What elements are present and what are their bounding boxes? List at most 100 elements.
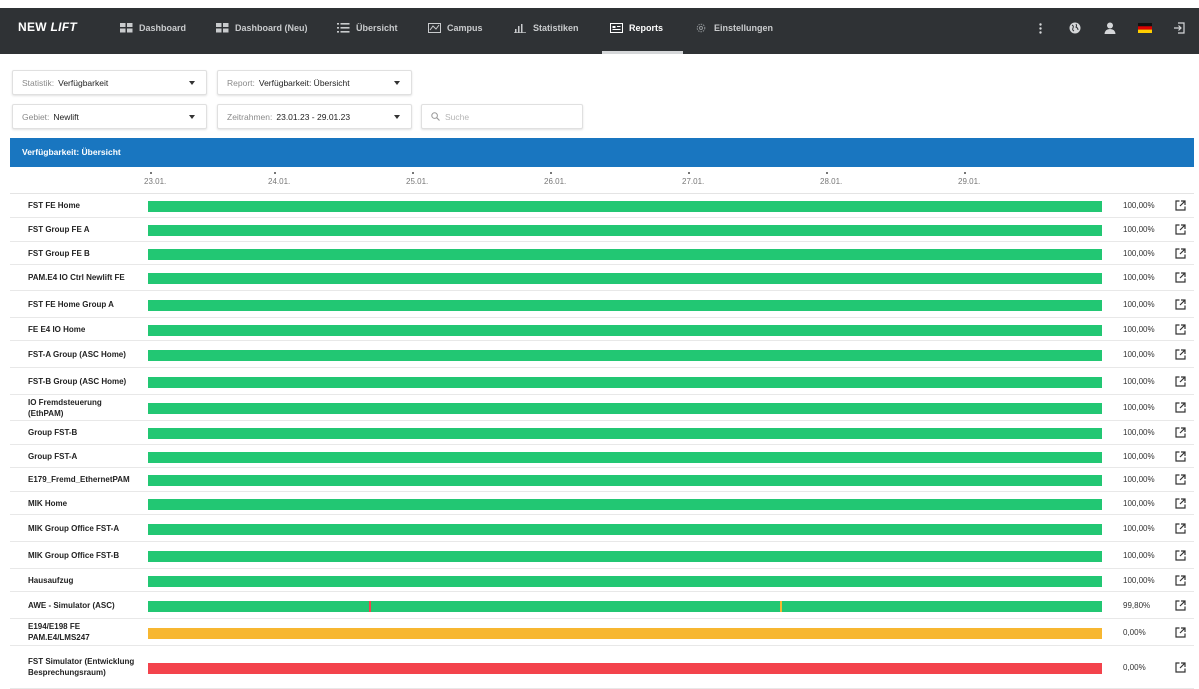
row-label: FST-A Group (ASC Home) (28, 349, 126, 359)
availability-bar (148, 499, 1102, 510)
gear-icon (696, 23, 706, 33)
availability-bar (148, 663, 1102, 674)
nav-reports[interactable]: Reports (601, 8, 684, 54)
row-label: MIK Group Office FST-B (28, 550, 120, 560)
report-row: FST-A Group (ASC Home) 100,00% (10, 341, 1194, 368)
gebiet-value: Newlift (53, 111, 79, 122)
row-label: FST Simulator (Entwicklung Besprechungsr… (28, 657, 135, 677)
external-link-icon[interactable] (1175, 299, 1186, 310)
german-flag-icon[interactable] (1135, 8, 1155, 48)
external-link-icon[interactable] (1175, 402, 1186, 413)
report-row: FST-B Group (ASC Home) 100,00% (10, 368, 1194, 395)
availability-percent: 100,00% (1123, 475, 1155, 484)
availability-bar (148, 601, 1102, 612)
row-label: PAM.E4 IO Ctrl Newlift FE (28, 273, 125, 282)
row-label: MIK Group Office FST-A (28, 523, 120, 533)
availability-bar (148, 350, 1102, 361)
availability-bar (148, 475, 1102, 486)
timeline-axis: 23.01. 24.01. 25.01. 26.01. 27.01. 28.01… (10, 167, 1194, 194)
search-input[interactable] (445, 111, 575, 122)
external-link-icon[interactable] (1175, 523, 1186, 534)
gebiet-select[interactable]: Gebiet: Newlift (12, 104, 207, 129)
report-row: E194/E198 FE PAM.E4/LMS247 0,00% (10, 619, 1194, 646)
timeline-tick: 24.01. (268, 172, 290, 186)
outage-marker (779, 601, 782, 612)
nav-einstellungen[interactable]: Einstellungen (695, 8, 773, 48)
availability-percent: 100,00% (1123, 499, 1155, 508)
external-link-icon[interactable] (1175, 627, 1186, 638)
external-link-icon[interactable] (1175, 662, 1186, 673)
external-link-icon[interactable] (1175, 451, 1186, 462)
availability-percent: 100,00% (1123, 403, 1155, 412)
zeitrahmen-select[interactable]: Zeitrahmen: 23.01.23 - 29.01.23 (217, 104, 412, 129)
nav-label: Übersicht (356, 23, 398, 33)
availability-percent: 100,00% (1123, 452, 1155, 461)
nav-uebersicht[interactable]: Übersicht (337, 8, 398, 48)
user-icon[interactable] (1100, 8, 1120, 48)
report-row: MIK Group Office FST-A 100,00% (10, 515, 1194, 542)
timeline-tick: 29.01. (958, 172, 980, 186)
availability-bar (148, 325, 1102, 336)
search-icon (431, 112, 440, 121)
report-row: PAM.E4 IO Ctrl Newlift FE 100,00% (10, 265, 1194, 291)
availability-percent: 0,00% (1123, 628, 1146, 637)
availability-percent: 100,00% (1123, 325, 1155, 334)
more-vertical-icon[interactable] (1030, 8, 1050, 48)
report-select[interactable]: Report: Verfügbarkeit: Übersicht (217, 70, 412, 95)
report-title: Verfügbarkeit: Übersicht (10, 138, 1194, 167)
availability-percent: 100,00% (1123, 225, 1155, 234)
external-link-icon[interactable] (1175, 550, 1186, 561)
availability-bar (148, 628, 1102, 639)
report-row: FST FE Home 100,00% (10, 194, 1194, 218)
nav-dashboard-neu[interactable]: Dashboard (Neu) (216, 8, 308, 48)
report-row: AWE - Simulator (ASC) 99,80% (10, 592, 1194, 619)
map-icon (428, 23, 441, 33)
report-row: MIK Home 100,00% (10, 492, 1194, 515)
nav-campus[interactable]: Campus (428, 8, 483, 48)
row-label: FST Group FE B (28, 248, 90, 258)
external-link-icon[interactable] (1175, 349, 1186, 360)
external-link-icon[interactable] (1175, 272, 1186, 283)
external-link-icon[interactable] (1175, 474, 1186, 485)
report-row: IO Fremdsteuerung (EthPAM) 100,00% (10, 395, 1194, 421)
row-label: FST FE Home (28, 201, 81, 210)
report-row: Hausaufzug 100,00% (10, 569, 1194, 592)
globe-icon[interactable] (1065, 8, 1085, 48)
row-label: IO Fremdsteuerung (EthPAM) (28, 397, 102, 418)
availability-percent: 0,00% (1123, 663, 1146, 672)
nav-dashboard[interactable]: Dashboard (120, 8, 186, 48)
availability-bar (148, 576, 1102, 587)
external-link-icon[interactable] (1175, 324, 1186, 335)
external-link-icon[interactable] (1175, 600, 1186, 611)
report-row: FST Group FE A 100,00% (10, 218, 1194, 242)
row-label: MIK Home (28, 498, 68, 508)
logout-icon[interactable] (1169, 8, 1189, 48)
nav-statistiken[interactable]: Statistiken (514, 8, 579, 48)
timeline-tick: 26.01. (544, 172, 566, 186)
external-link-icon[interactable] (1175, 376, 1186, 387)
brand-suffix: LIFT (50, 20, 78, 34)
external-link-icon[interactable] (1175, 200, 1186, 211)
report-row: Group FST-A 100,00% (10, 445, 1194, 468)
availability-percent: 100,00% (1123, 201, 1155, 210)
external-link-icon[interactable] (1175, 248, 1186, 259)
external-link-icon[interactable] (1175, 498, 1186, 509)
report-row: MIK Group Office FST-B 100,00% (10, 542, 1194, 569)
brand-logo[interactable]: NEW LIFT (18, 8, 77, 46)
availability-bar (148, 225, 1102, 236)
search-field[interactable] (421, 104, 583, 129)
availability-bar (148, 273, 1102, 284)
availability-bar (148, 249, 1102, 260)
chevron-down-icon (189, 115, 195, 119)
statistik-select[interactable]: Statistik: Verfügbarkeit (12, 70, 207, 95)
external-link-icon[interactable] (1175, 427, 1186, 438)
external-link-icon[interactable] (1175, 575, 1186, 586)
nav-label: Einstellungen (714, 23, 774, 33)
external-link-icon[interactable] (1175, 224, 1186, 235)
row-label: FST Group FE A (28, 225, 90, 234)
report-row: Group FST-B 100,00% (10, 421, 1194, 445)
report-row: FST Group FE B 100,00% (10, 242, 1194, 265)
zeitrahmen-value: 23.01.23 - 29.01.23 (276, 111, 351, 122)
row-label: FST FE Home Group A (28, 299, 114, 309)
report-row: E179_Fremd_EthernetPAM 100,00% (10, 468, 1194, 492)
